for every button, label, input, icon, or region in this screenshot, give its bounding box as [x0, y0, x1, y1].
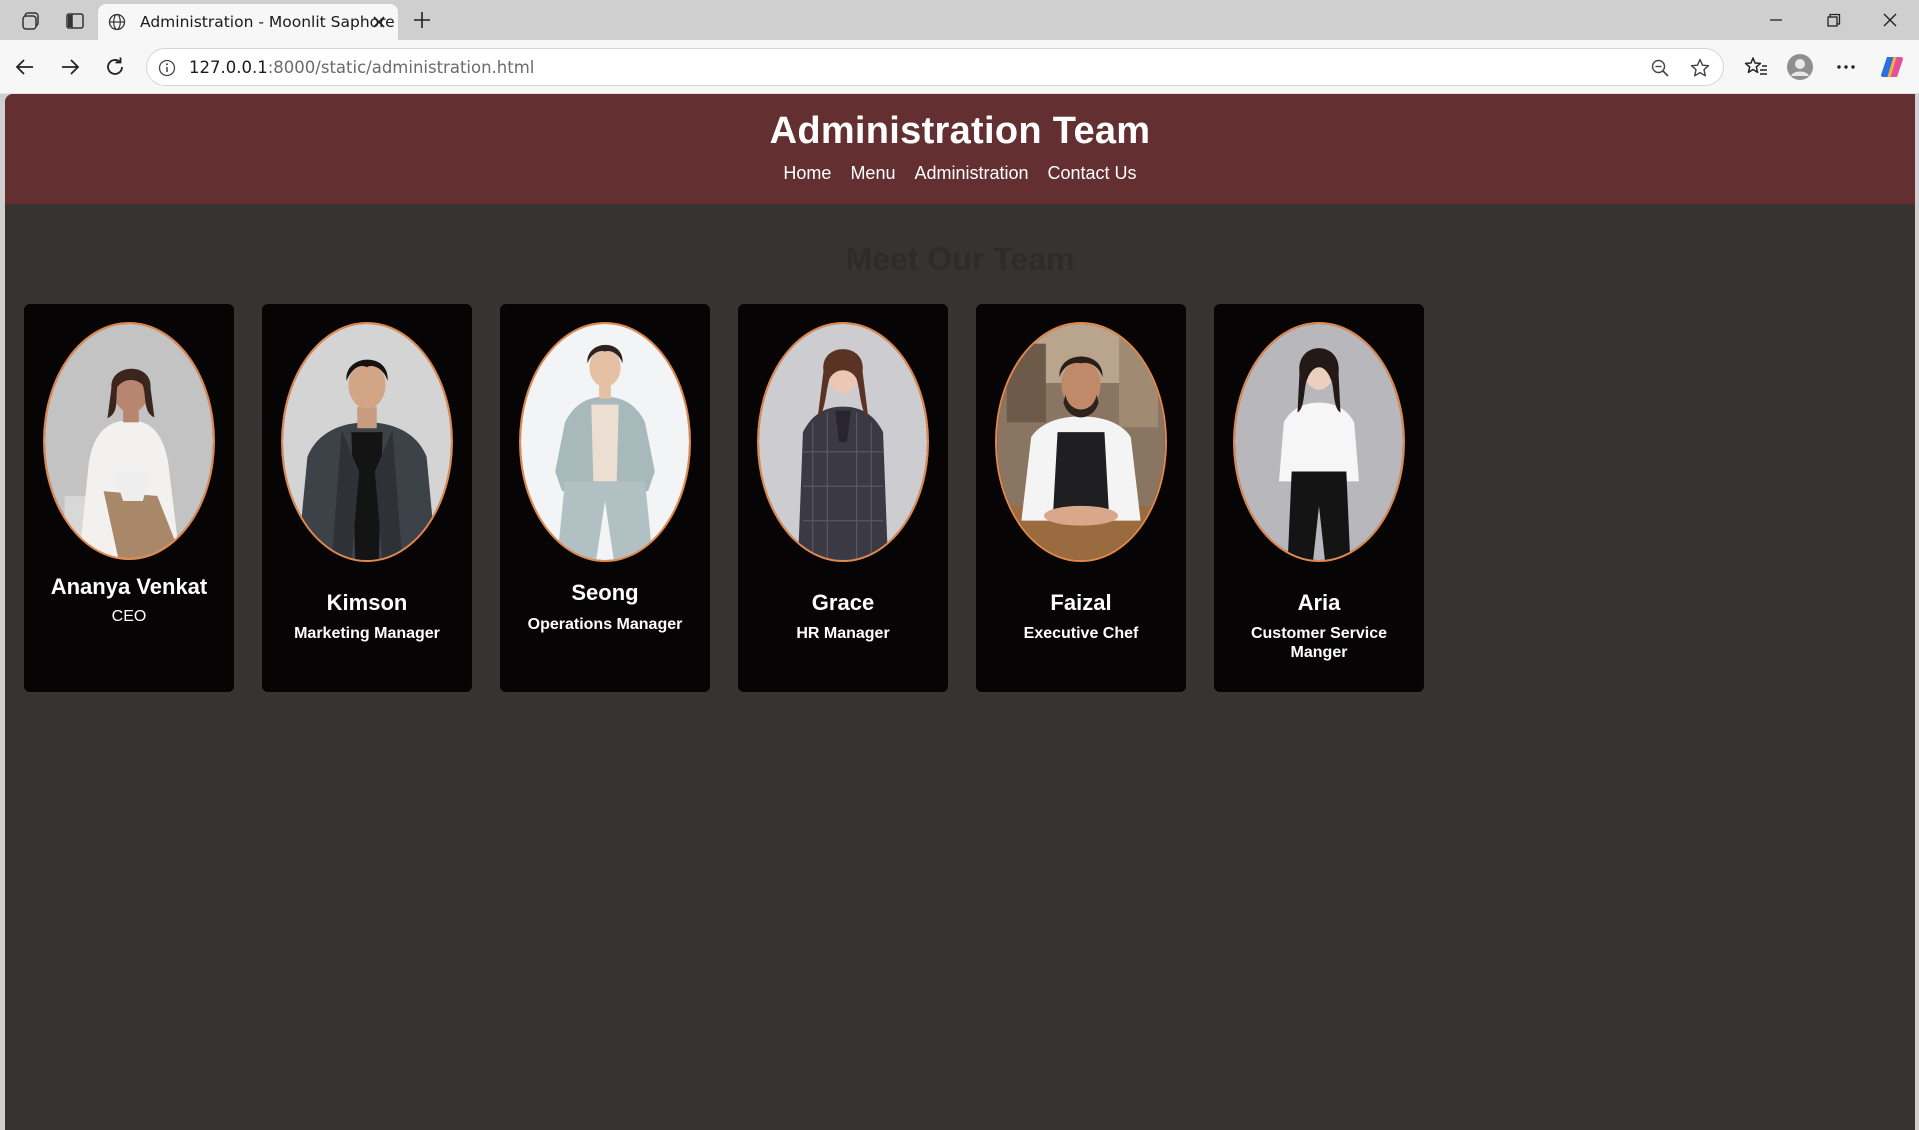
section-title: Meet Our Team [845, 241, 1075, 277]
member-role: Customer Service Manger [1250, 625, 1388, 661]
profile-photo [757, 322, 929, 562]
minimize-icon[interactable] [1764, 8, 1788, 32]
favorite-star-icon[interactable] [1689, 57, 1711, 79]
browser-tab-bar: Administration - Moonlit Saphore [0, 0, 1919, 40]
site-header: Administration Team Home Menu Administra… [5, 94, 1915, 204]
member-name: Kimson [326, 590, 408, 615]
page-title: Administration Team [769, 110, 1151, 152]
close-tab-icon[interactable] [369, 12, 389, 32]
refresh-icon[interactable] [101, 53, 129, 81]
team-card: Faizal Executive Chef [976, 304, 1186, 692]
main-nav: Home Menu Administration Contact Us [5, 163, 1915, 184]
page-viewport: Administration Team Home Menu Administra… [5, 94, 1915, 1130]
profile-photo [519, 322, 691, 562]
active-tab[interactable]: Administration - Moonlit Saphore [98, 4, 398, 40]
member-name: Ananya Venkat [50, 574, 208, 599]
team-card: Ananya Venkat CEO [24, 304, 234, 692]
workspaces-icon[interactable] [18, 8, 44, 34]
profile-photo [43, 322, 215, 560]
member-name: Faizal [1050, 590, 1112, 615]
profile-avatar-icon[interactable] [1786, 53, 1814, 81]
new-tab-icon[interactable] [410, 8, 434, 32]
globe-icon [108, 13, 126, 31]
more-menu-icon[interactable] [1832, 53, 1860, 81]
member-name: Seong [571, 580, 639, 605]
back-arrow-icon[interactable] [11, 53, 39, 81]
forward-arrow-icon[interactable] [56, 53, 84, 81]
member-name: Grace [811, 590, 875, 615]
team-card: Kimson Marketing Manager [262, 304, 472, 692]
member-role: HR Manager [796, 625, 890, 642]
copilot-icon[interactable] [1878, 53, 1906, 81]
team-card: Aria Customer Service Manger [1214, 304, 1424, 692]
vertical-tabs-icon[interactable] [62, 8, 88, 34]
member-role: Operations Manager [527, 616, 683, 633]
zoom-out-icon[interactable] [1649, 57, 1671, 79]
member-name: Aria [1297, 590, 1341, 615]
nav-link-administration[interactable]: Administration [914, 163, 1028, 184]
team-card: Grace HR Manager [738, 304, 948, 692]
nav-link-home[interactable]: Home [783, 163, 831, 184]
tab-title: Administration - Moonlit Saphore [140, 13, 395, 31]
member-role: CEO [111, 608, 147, 625]
close-window-icon[interactable] [1878, 8, 1902, 32]
nav-link-menu[interactable]: Menu [850, 163, 895, 184]
browser-toolbar: 127.0.0.1:8000/static/administration.htm… [0, 40, 1919, 94]
url-text[interactable]: 127.0.0.1:8000/static/administration.htm… [189, 58, 534, 77]
restore-icon[interactable] [1821, 8, 1845, 32]
team-cards: Ananya Venkat CEO Kimson Marketing Manag… [24, 304, 1424, 692]
nav-link-contact-us[interactable]: Contact Us [1048, 163, 1137, 184]
profile-photo [995, 322, 1167, 562]
profile-photo [281, 322, 453, 562]
favorites-icon[interactable] [1742, 53, 1770, 81]
profile-photo [1233, 322, 1405, 562]
address-bar[interactable]: 127.0.0.1:8000/static/administration.htm… [146, 48, 1724, 86]
site-info-icon[interactable] [157, 58, 177, 78]
member-role: Marketing Manager [294, 625, 440, 642]
team-card: Seong Operations Manager [500, 304, 710, 692]
member-role: Executive Chef [1023, 625, 1139, 642]
